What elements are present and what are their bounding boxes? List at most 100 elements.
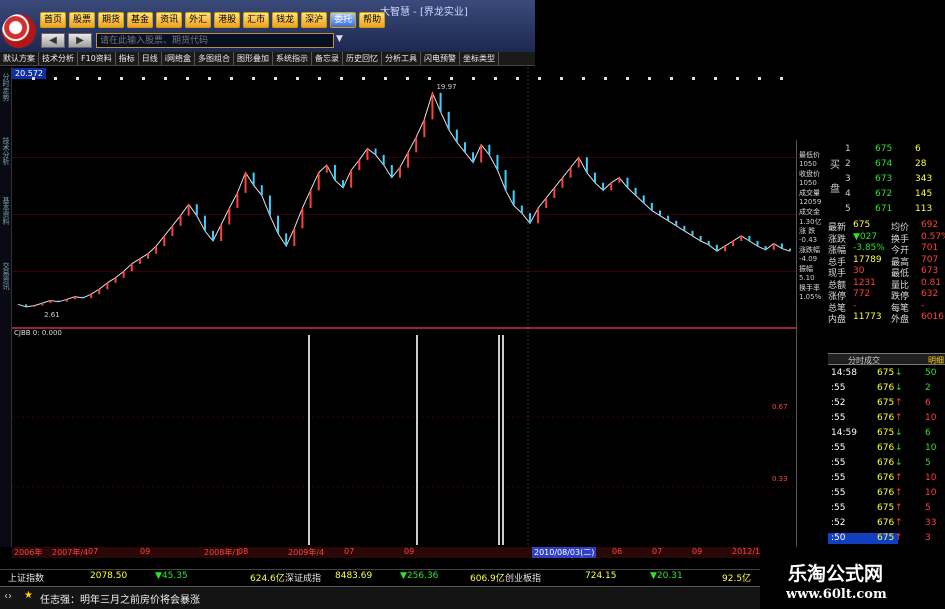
stat-value: - [853, 300, 857, 311]
menu-item-funds[interactable]: 基金 [127, 12, 154, 28]
tab-basic-info[interactable]: 基本资料 [1, 197, 11, 225]
menu-item-fx-market[interactable]: 汇市 [243, 12, 270, 28]
tick-list-header[interactable]: 分时成交 明细 [828, 353, 945, 365]
menu-item-qianlong[interactable]: 钱龙 [272, 12, 299, 28]
toolbar-daily[interactable]: 日线 [139, 52, 162, 65]
menu-item-stocks[interactable]: 股票 [69, 12, 96, 28]
tick-volume: 10 [925, 443, 937, 453]
index-value-sz: 8483.69 [335, 571, 373, 581]
toolbar-alert[interactable]: 闪电预警 [421, 52, 461, 65]
toolbar-overlay[interactable]: 图形叠加 [234, 52, 274, 65]
event-marker [32, 77, 35, 80]
stat-value: 0.81 [921, 277, 942, 288]
toolbar-memo[interactable]: 备忘录 [312, 52, 344, 65]
tick-price: 676 [877, 518, 895, 528]
order-level-volume: 145 [915, 189, 933, 199]
candle [252, 172, 255, 186]
candle [699, 235, 702, 241]
menu-item-futures[interactable]: 期货 [98, 12, 125, 28]
app-logo[interactable] [2, 14, 36, 48]
candle [49, 300, 52, 304]
menu-item-forex[interactable]: 外汇 [185, 12, 212, 28]
news-ticker[interactable]: ‹› ★ 任志强：明年三月之前房价将会暴涨 [0, 586, 760, 609]
kline-chart[interactable]: 19.97 2.61 CJBB 0: 0.000 0.67 0.33 [12, 67, 796, 547]
stat-value: 30 [853, 266, 865, 276]
index-name-sh[interactable]: 上证指数 [8, 571, 44, 584]
tab-tech-analysis[interactable]: 技术分析 [1, 137, 11, 165]
menu-item-home[interactable]: 首页 [40, 12, 67, 28]
ticker-arrows-icon[interactable]: ‹› [4, 591, 12, 602]
date-tick-label: 07 [344, 547, 355, 556]
menu-item-trade[interactable]: 委托 [330, 12, 357, 28]
menu-item-hk[interactable]: 港股 [214, 12, 241, 28]
event-marker [538, 77, 541, 80]
candle [374, 148, 377, 155]
tick-detail-tab[interactable]: 明细 [928, 355, 944, 366]
candle [472, 152, 475, 163]
toolbar-default-scheme[interactable]: 默认方案 [0, 52, 39, 65]
back-button[interactable]: ◀ [41, 33, 65, 48]
candle [382, 154, 385, 165]
candle [504, 170, 507, 191]
candle [106, 282, 109, 290]
candle [707, 241, 710, 245]
toolbar-history[interactable]: 历史回忆 [343, 52, 383, 65]
stat-value: 772 [853, 289, 871, 299]
toolbar-axis-type[interactable]: 坐标类型 [460, 52, 500, 65]
event-marker [230, 77, 233, 80]
candle [585, 157, 588, 173]
candle [138, 258, 141, 264]
tab-trade-info[interactable]: 交易资讯 [1, 262, 11, 290]
tick-time: :50 [831, 533, 846, 543]
candle [642, 195, 645, 203]
toolbar-net-box[interactable]: i网络盒 [162, 52, 196, 65]
tab-intraday[interactable]: 分时走势 [1, 73, 11, 101]
order-level-no: 2 [845, 159, 851, 169]
event-marker [758, 77, 761, 80]
candle [65, 299, 68, 302]
candle [561, 177, 564, 188]
arrow-up-icon: ↑ [895, 473, 903, 483]
tick-price: 675 [877, 428, 895, 438]
toolbar-tech-analysis[interactable]: 技术分析 [39, 52, 78, 65]
candle [277, 215, 280, 234]
tick-price: 676 [877, 488, 895, 498]
toolbar-f10[interactable]: F10资料 [78, 52, 116, 65]
index-name-sz[interactable]: 深证成指 [285, 571, 321, 584]
menu-item-help[interactable]: 帮助 [359, 12, 386, 28]
order-level-price: 672 [875, 189, 893, 199]
indicator-bar [308, 335, 310, 545]
quote-panel: 最低价 1050 收盘价 1050 成交量 12059 成交金 1.30亿涨 跌 -0.43 涨跌… [796, 140, 945, 558]
date-tick-label: 09 [140, 547, 151, 556]
menu-item-news[interactable]: 资讯 [156, 12, 183, 28]
toolbar-system-hint[interactable]: 系统指示 [273, 52, 313, 65]
event-marker [340, 77, 343, 80]
index-name-gem[interactable]: 创业板指 [505, 571, 541, 584]
toolbar: 默认方案 技术分析 F10资料 指标 日线 i网络盒 多图组合 图形叠加 系统指… [0, 52, 535, 66]
candle [593, 172, 596, 183]
candle [496, 154, 499, 171]
star-icon: ★ [24, 590, 33, 601]
search-input[interactable] [96, 33, 334, 48]
toolbar-indicator[interactable]: 指标 [116, 52, 139, 65]
event-marker [692, 77, 695, 80]
menu-item-shsz[interactable]: 深沪 [301, 12, 328, 28]
candle [756, 241, 759, 247]
candle [41, 303, 44, 306]
stat-value: -3.85% [853, 243, 885, 253]
candle [325, 165, 328, 173]
stat-side-label: 5.10 [799, 273, 815, 282]
arrow-down-icon: ↓ [895, 368, 903, 378]
candle [610, 182, 613, 191]
event-marker-row [32, 77, 783, 80]
toolbar-tools[interactable]: 分析工具 [382, 52, 422, 65]
title-bar: 大智慧 - [界龙实业] 首页 股票 期货 基金 资讯 外汇 港股 汇市 钱龙 … [0, 0, 535, 52]
stat-side-label: 换手率 [799, 284, 820, 292]
search-dropdown-icon[interactable]: ▼ [336, 34, 343, 44]
news-headline[interactable]: 任志强：明年三月之前房价将会暴涨 [40, 591, 200, 606]
candle [155, 246, 158, 254]
event-marker [252, 77, 255, 80]
toolbar-multi-chart[interactable]: 多图组合 [195, 52, 235, 65]
forward-button[interactable]: ▶ [68, 33, 92, 48]
index-change-gem: ▼20.31 [650, 571, 683, 581]
